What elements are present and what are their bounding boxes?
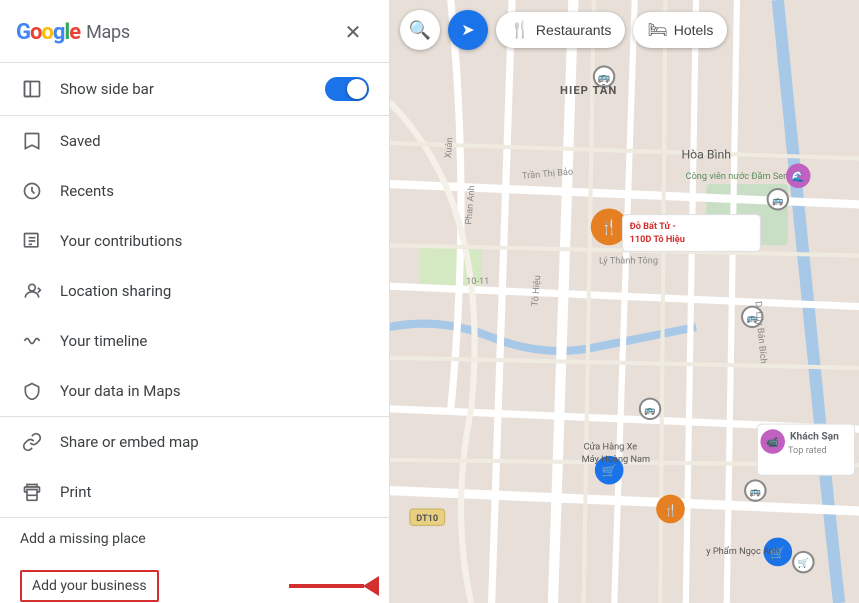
link-icon <box>20 430 44 454</box>
recents-label: Recents <box>60 182 114 200</box>
shield-icon <box>20 379 44 403</box>
svg-text:🍴: 🍴 <box>663 503 677 517</box>
add-business-text: Add your business <box>32 578 147 594</box>
arrow-body <box>289 584 364 588</box>
sidebar-item-print[interactable]: Print <box>0 467 389 517</box>
svg-text:📹: 📹 <box>766 437 779 449</box>
restaurants-pill[interactable]: 🍴 Restaurants <box>496 12 625 48</box>
secondary-menu-section: Share or embed map Print <box>0 417 389 518</box>
search-icon: 🔍 <box>409 20 431 41</box>
search-button[interactable]: 🔍 <box>400 10 440 50</box>
svg-text:Xuân: Xuân <box>443 137 456 159</box>
svg-text:Lý Thành Tông: Lý Thành Tông <box>599 256 658 267</box>
sidebar-item-contributions[interactable]: Your contributions <box>0 216 389 266</box>
contributions-label: Your contributions <box>60 232 182 250</box>
svg-text:HIEP TÂN: HIEP TÂN <box>560 84 617 97</box>
svg-text:Hòa Bình: Hòa Bình <box>681 147 731 161</box>
timeline-icon <box>20 329 44 353</box>
google-logo-text: Google <box>16 20 80 45</box>
restaurants-label: Restaurants <box>536 22 611 38</box>
map-topbar: 🔍 ➤ 🍴 Restaurants 🛏 Hotels <box>390 10 859 50</box>
svg-text:10-11: 10-11 <box>466 276 489 287</box>
svg-text:y Phẩm Ngọc Anh: y Phẩm Ngọc Anh <box>706 546 779 557</box>
add-business-wrapper: Add your business <box>0 560 389 603</box>
close-button[interactable]: ✕ <box>337 16 369 48</box>
svg-text:110D Tô Hiệu: 110D Tô Hiệu <box>630 234 685 245</box>
directions-button[interactable]: ➤ <box>448 10 488 50</box>
add-business-link[interactable]: Add your business <box>20 570 159 602</box>
svg-text:Cửa Hàng Xe: Cửa Hàng Xe <box>584 442 638 453</box>
svg-text:🚌: 🚌 <box>750 487 762 498</box>
location-sharing-icon <box>20 279 44 303</box>
sidebar-item-location-sharing[interactable]: Location sharing <box>0 266 389 316</box>
add-missing-place-link[interactable]: Add a missing place <box>0 518 389 560</box>
svg-text:🚌: 🚌 <box>772 195 784 206</box>
saved-label: Saved <box>60 132 101 150</box>
svg-text:Đỗ Bất Tử -: Đỗ Bất Tử - <box>630 221 677 232</box>
highlight-arrow <box>289 576 379 596</box>
data-in-maps-label: Your data in Maps <box>60 382 181 400</box>
google-maps-logo: Google Maps <box>16 20 130 45</box>
map-area[interactable]: 🔍 ➤ 🍴 Restaurants 🛏 Hotels <box>390 0 859 603</box>
svg-text:🌊: 🌊 <box>792 170 805 183</box>
sidebar: Google Maps ✕ Show side bar Saved <box>0 0 390 603</box>
maps-label: Maps <box>86 22 130 43</box>
toggle-left: Show side bar <box>20 77 154 101</box>
svg-text:🛒: 🛒 <box>602 463 617 478</box>
directions-icon: ➤ <box>461 20 474 40</box>
timeline-label: Your timeline <box>60 332 147 350</box>
sidebar-header: Google Maps ✕ <box>0 0 389 63</box>
svg-text:🚌: 🚌 <box>644 405 656 416</box>
hotels-pill[interactable]: 🛏 Hotels <box>633 12 727 48</box>
svg-text:🛒: 🛒 <box>798 557 809 569</box>
bookmark-icon <box>20 129 44 153</box>
hotels-icon: 🛏 <box>647 20 667 40</box>
sidebar-item-data-in-maps[interactable]: Your data in Maps <box>0 366 389 416</box>
share-embed-label: Share or embed map <box>60 433 199 451</box>
main-menu-section: Saved Recents Your contributions Locatio… <box>0 116 389 417</box>
show-sidebar-row: Show side bar <box>0 63 389 116</box>
map-canvas: 🚌 🚌 🚌 🚌 🚌 🛒 HIEP TÂN Hòa Bình Công viên … <box>390 0 859 603</box>
show-sidebar-toggle[interactable] <box>325 77 369 101</box>
add-missing-place-text: Add a missing place <box>20 531 146 547</box>
sidebar-item-recents[interactable]: Recents <box>0 166 389 216</box>
svg-text:Top rated: Top rated <box>788 445 827 456</box>
contributions-icon <box>20 229 44 253</box>
svg-text:DT10: DT10 <box>416 513 438 524</box>
svg-text:🍴: 🍴 <box>600 219 618 236</box>
hotels-label: Hotels <box>674 22 714 38</box>
svg-text:Máy Hoàng Nam: Máy Hoàng Nam <box>582 454 651 465</box>
show-sidebar-label: Show side bar <box>60 80 154 98</box>
restaurants-icon: 🍴 <box>510 20 530 40</box>
sidebar-item-share-embed[interactable]: Share or embed map <box>0 417 389 467</box>
close-icon: ✕ <box>345 20 362 45</box>
svg-text:Khách Sạn: Khách Sạn <box>790 431 839 442</box>
svg-text:Công viên nước Đầm Sen: Công viên nước Đầm Sen <box>686 171 789 182</box>
location-sharing-label: Location sharing <box>60 282 171 300</box>
print-icon <box>20 480 44 504</box>
history-icon <box>20 179 44 203</box>
print-label: Print <box>60 483 91 501</box>
sidebar-item-timeline[interactable]: Your timeline <box>0 316 389 366</box>
svg-text:🚌: 🚌 <box>598 73 611 84</box>
arrow-head <box>363 576 379 596</box>
sidebar-toggle-icon <box>20 77 44 101</box>
sidebar-item-saved[interactable]: Saved <box>0 116 389 166</box>
